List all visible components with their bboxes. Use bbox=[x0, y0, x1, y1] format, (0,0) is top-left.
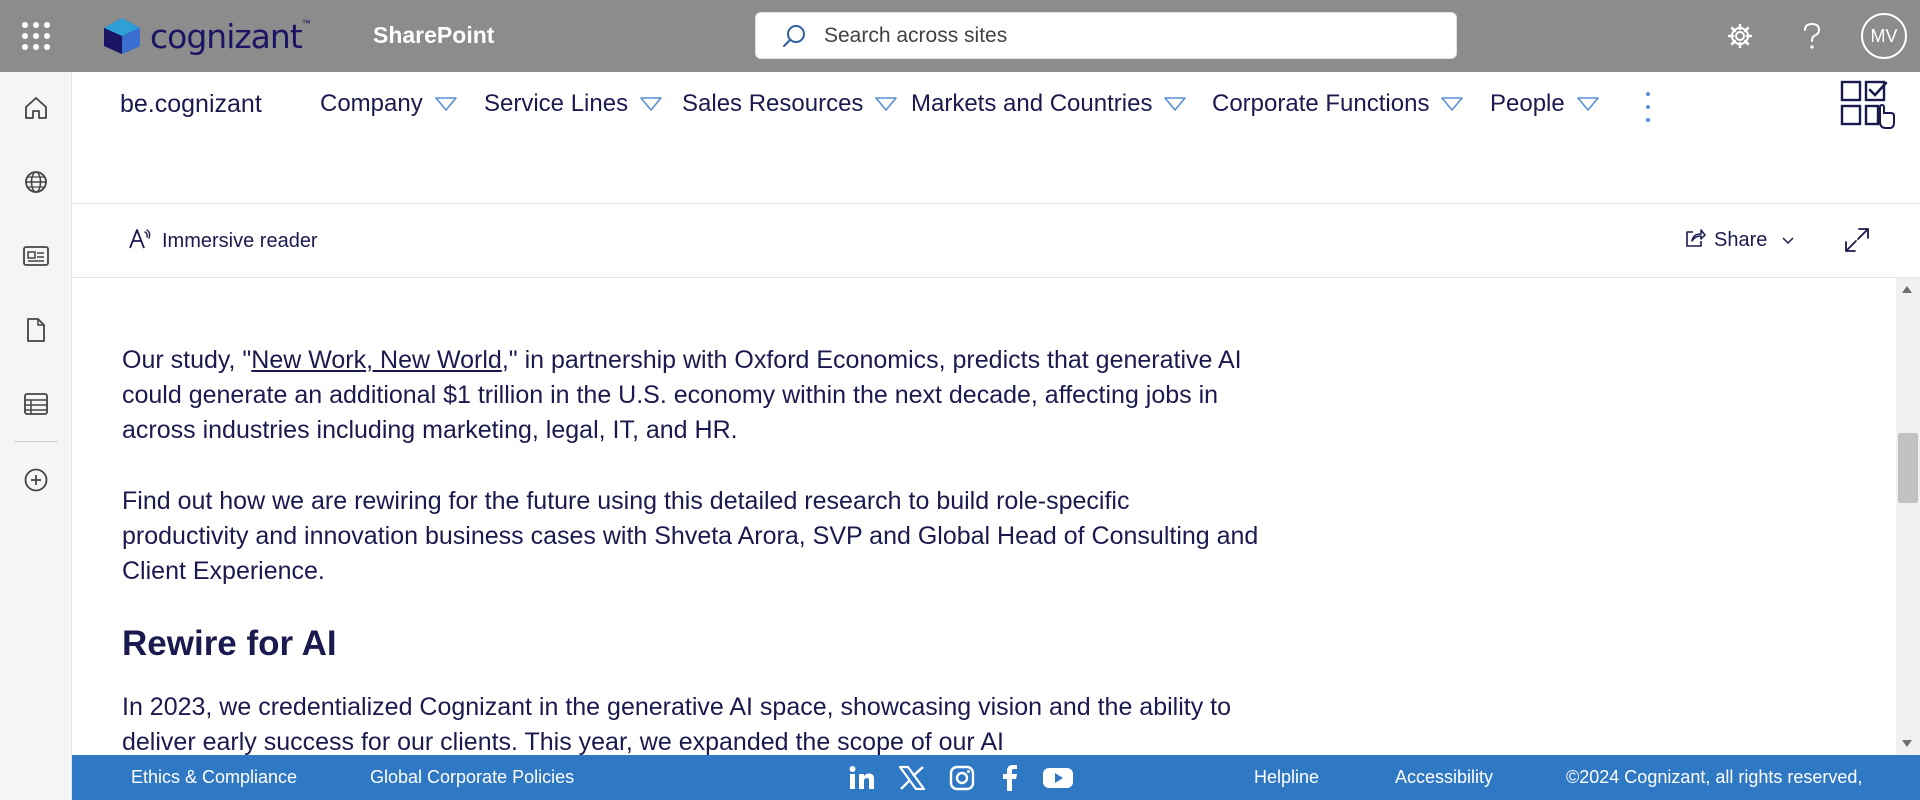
nav-item-label: Sales Resources bbox=[682, 90, 864, 117]
help-icon[interactable] bbox=[1792, 16, 1832, 56]
search-input[interactable]: Search across sites bbox=[824, 24, 1007, 48]
linkedin-icon[interactable] bbox=[846, 762, 878, 794]
trademark-mark: ™ bbox=[301, 18, 311, 28]
nav-item-people[interactable]: People bbox=[1490, 90, 1599, 118]
add-icon[interactable] bbox=[16, 460, 56, 500]
paragraph-2023: In 2023, we credentialized Cognizant in … bbox=[122, 693, 1232, 755]
scrollbar-thumb[interactable] bbox=[1898, 433, 1918, 503]
section-heading: Rewire for AI bbox=[122, 624, 337, 663]
site-title[interactable]: be.cognizant bbox=[120, 90, 262, 119]
immersive-reader-label: Immersive reader bbox=[162, 230, 318, 252]
app-bar bbox=[0, 72, 72, 800]
list-icon[interactable] bbox=[16, 384, 56, 424]
nav-item-label: Markets and Countries bbox=[911, 90, 1153, 117]
more-vertical-icon[interactable] bbox=[1638, 92, 1658, 122]
avatar[interactable]: MV bbox=[1861, 13, 1907, 59]
news-icon[interactable] bbox=[16, 236, 56, 276]
copyright-text: ©2024 Cognizant, all rights reserved, bbox=[1566, 767, 1863, 787]
chevron-down-icon bbox=[1441, 97, 1464, 111]
share-icon bbox=[1684, 227, 1706, 254]
paragraph-text: Our study, " bbox=[122, 346, 252, 374]
chevron-down-icon bbox=[1576, 97, 1599, 111]
search-box[interactable]: Search across sites bbox=[755, 12, 1457, 59]
scroll-up-arrow-icon[interactable] bbox=[1902, 286, 1912, 293]
gear-icon[interactable] bbox=[1720, 16, 1760, 56]
expand-icon[interactable] bbox=[1842, 225, 1872, 255]
paragraph-study: Our study, "New Work, New World," in par… bbox=[122, 343, 1262, 448]
facebook-icon[interactable] bbox=[994, 762, 1026, 794]
x-twitter-icon[interactable] bbox=[896, 762, 928, 794]
accessibility-link[interactable]: Accessibility bbox=[1395, 767, 1493, 788]
nav-item-corporate-functions[interactable]: Corporate Functions bbox=[1212, 90, 1464, 118]
globe-icon[interactable] bbox=[16, 162, 56, 202]
chevron-down-icon bbox=[640, 97, 662, 111]
command-bar: Immersive reader Share bbox=[72, 205, 1920, 278]
share-label: Share bbox=[1714, 229, 1768, 251]
page-content: Our study, "New Work, New World," in par… bbox=[72, 278, 1896, 755]
brand-name: cognizant bbox=[150, 16, 303, 56]
helpline-link[interactable]: Helpline bbox=[1254, 767, 1319, 788]
hub-navigation: be.cognizant Company Service Lines Sales… bbox=[72, 72, 1920, 242]
file-icon[interactable] bbox=[16, 310, 56, 350]
share-button[interactable]: Share bbox=[1684, 227, 1795, 254]
home-icon[interactable] bbox=[16, 88, 56, 128]
search-icon bbox=[780, 22, 808, 50]
new-work-new-world-link[interactable]: New Work, New World bbox=[251, 346, 502, 374]
chevron-down-icon bbox=[1164, 97, 1187, 111]
instagram-icon[interactable] bbox=[946, 762, 978, 794]
nav-item-service-lines[interactable]: Service Lines bbox=[484, 90, 662, 118]
youtube-icon[interactable] bbox=[1042, 762, 1074, 794]
nav-item-label: Corporate Functions bbox=[1212, 90, 1430, 117]
chevron-down-icon bbox=[1781, 236, 1795, 246]
global-policies-link[interactable]: Global Corporate Policies bbox=[370, 767, 574, 788]
suite-bar: cognizant ™ SharePoint Search across sit… bbox=[0, 0, 1920, 72]
immersive-reader-icon bbox=[128, 227, 152, 256]
ethics-compliance-link[interactable]: Ethics & Compliance bbox=[131, 767, 297, 788]
nav-item-label: Company bbox=[320, 90, 423, 117]
nav-item-label: People bbox=[1490, 90, 1565, 117]
scroll-down-arrow-icon[interactable] bbox=[1902, 740, 1912, 747]
paragraph-rewiring: Find out how we are rewiring for the fut… bbox=[122, 487, 1259, 585]
nav-item-company[interactable]: Company bbox=[320, 90, 457, 118]
cognizant-logo-mark-icon bbox=[104, 18, 140, 54]
app-name[interactable]: SharePoint bbox=[373, 22, 494, 49]
footer: Ethics & Compliance Global Corporate Pol… bbox=[72, 755, 1920, 800]
chevron-down-icon bbox=[434, 97, 457, 111]
chevron-down-icon bbox=[875, 97, 898, 111]
nav-item-label: Service Lines bbox=[484, 90, 629, 117]
nav-item-sales-resources[interactable]: Sales Resources bbox=[682, 90, 898, 118]
app-bar-divider bbox=[14, 441, 58, 442]
cognizant-logo[interactable]: cognizant ™ bbox=[100, 14, 311, 58]
app-launcher-icon[interactable] bbox=[18, 18, 54, 54]
scrollbar[interactable] bbox=[1896, 278, 1920, 755]
immersive-reader-button[interactable]: Immersive reader bbox=[128, 227, 318, 256]
tiles-checklist-icon[interactable] bbox=[1840, 80, 1896, 132]
nav-item-markets-and-countries[interactable]: Markets and Countries bbox=[911, 90, 1187, 118]
